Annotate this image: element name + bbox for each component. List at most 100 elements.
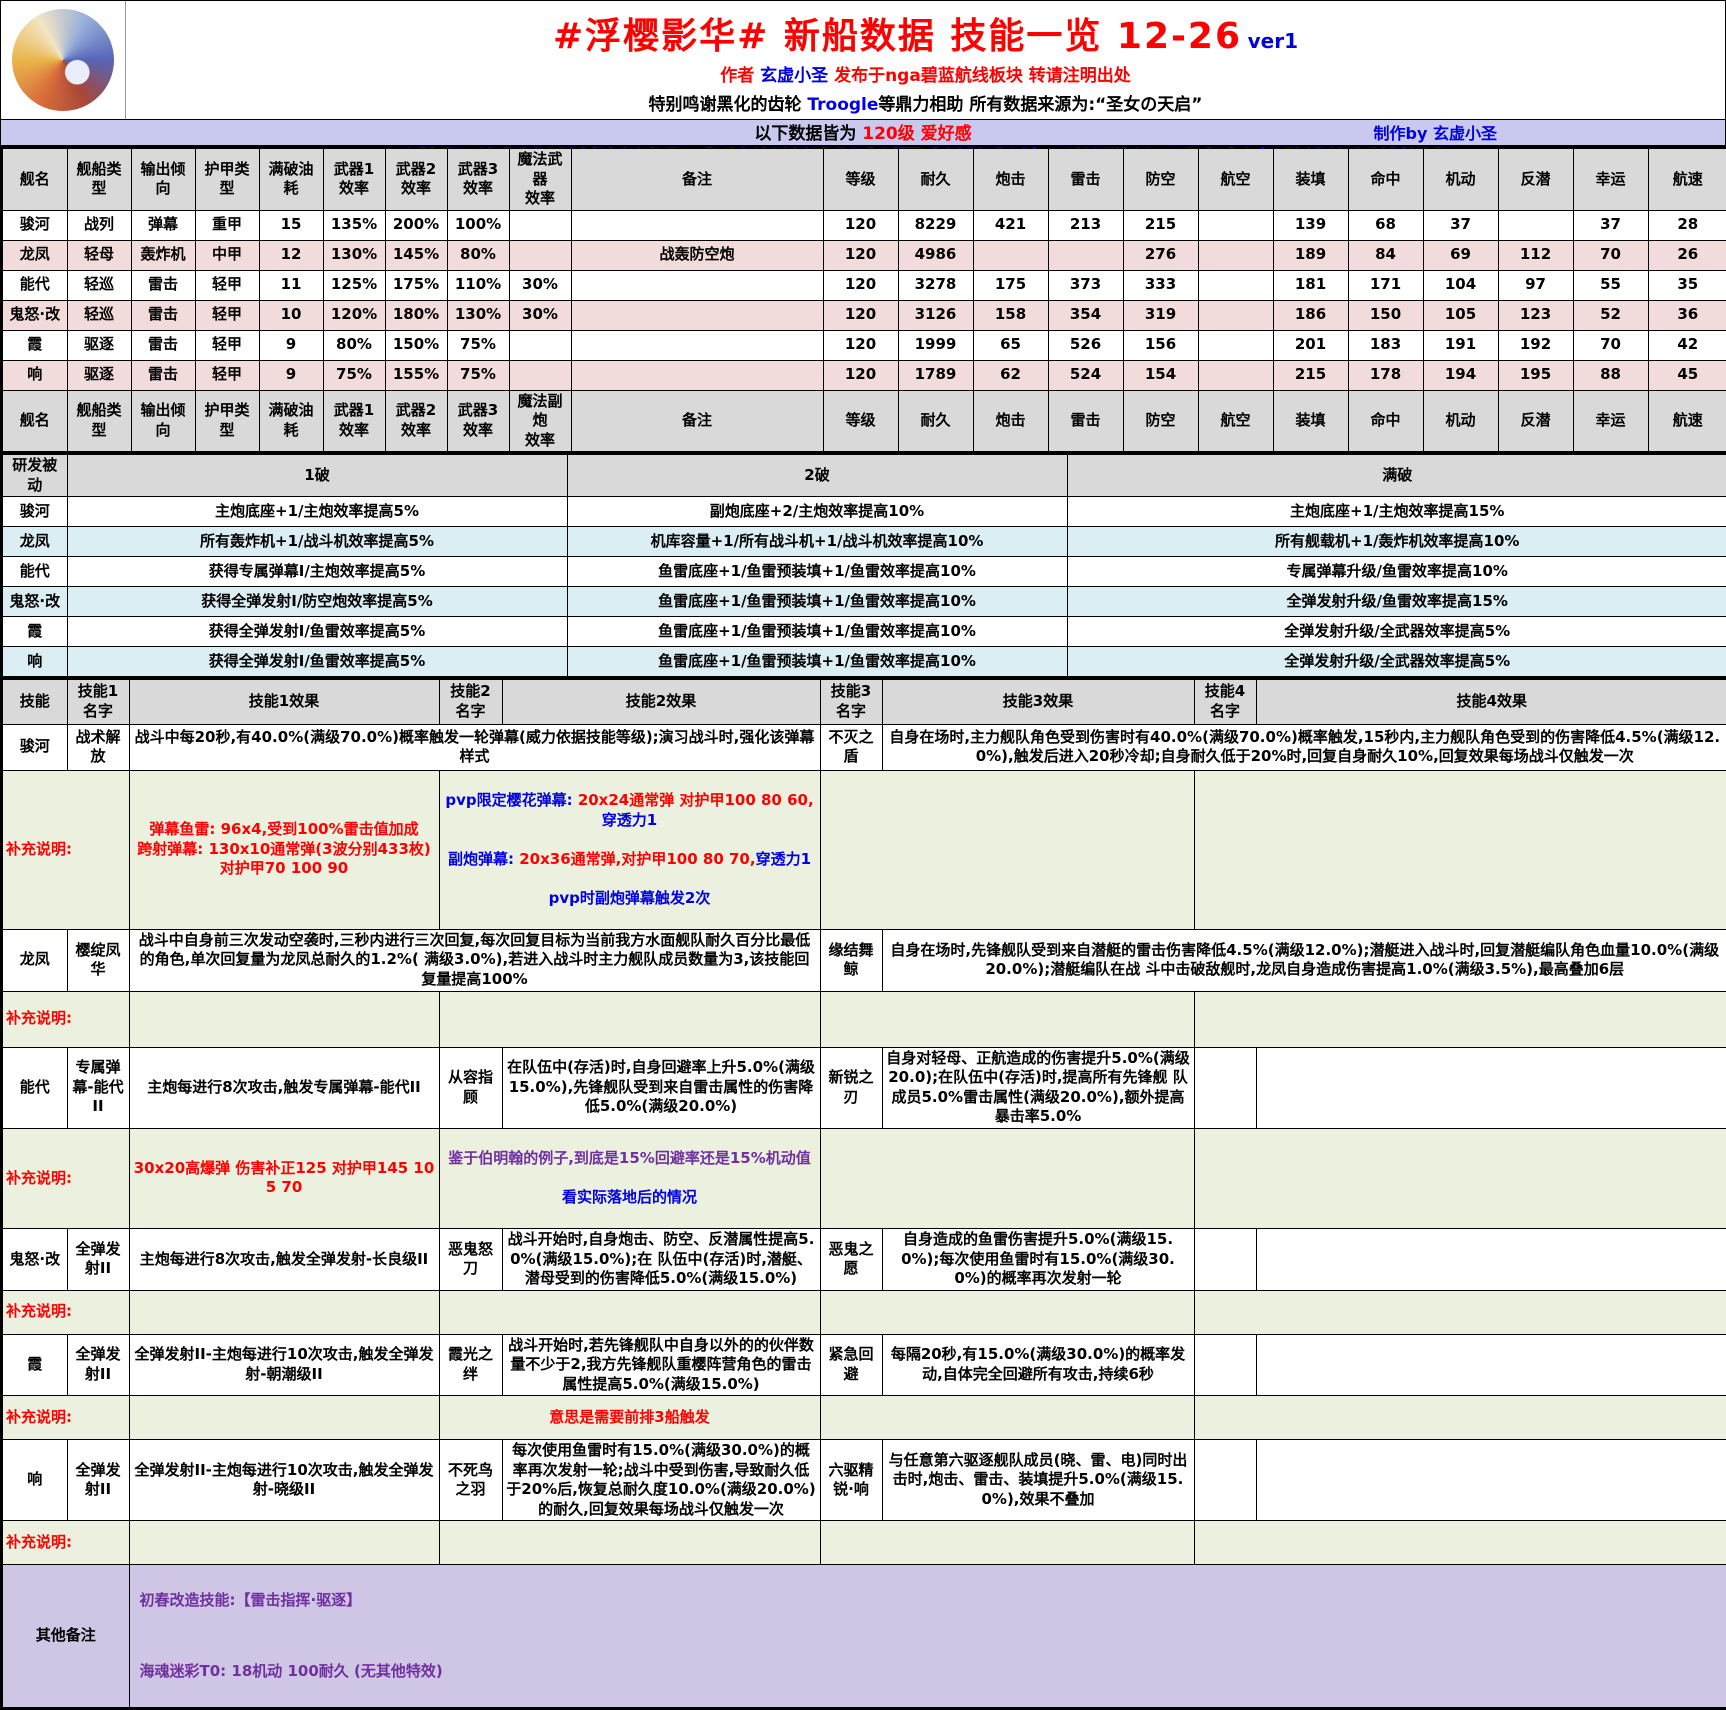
note-line: pvp时副炮弹幕触发2次 [443, 889, 817, 909]
ship-name-cell: 能代 [2, 1047, 67, 1128]
stat-cell: 88 [1573, 360, 1648, 390]
stat-cell: 123 [1498, 300, 1573, 330]
research-col-header: 2破 [567, 454, 1067, 497]
stats-col-header: 幸运 [1573, 390, 1648, 452]
stat-cell: 11 [259, 270, 323, 300]
research-break3-cell: 全弹发射升级/鱼雷效率提高15% [1067, 587, 1726, 617]
stat-cell: 3126 [898, 300, 973, 330]
note-empty-cell [439, 991, 820, 1047]
stats-col-header: 舰名 [2, 390, 67, 452]
stat-cell [509, 240, 571, 270]
stats-col-header: 魔法武器 效率 [509, 148, 571, 210]
research-break1-cell: 获得全弹发射I/鱼雷效率提高5% [67, 647, 567, 677]
stat-cell: 轻甲 [195, 300, 259, 330]
stat-cell: 200% [385, 210, 447, 240]
skill-name-cell: 六驱精锐·响 [820, 1440, 882, 1521]
stat-cell: 1999 [898, 330, 973, 360]
stat-cell: 4986 [898, 240, 973, 270]
stat-cell [1198, 210, 1273, 240]
skill-effect-cell: 每隔20秒,有15.0%(满级30.0%)的概率发动,自体完全回避所有攻击,持续… [882, 1334, 1194, 1396]
note-label: 补充说明: [2, 991, 129, 1047]
skill-effect-cell: 自身在场时,主力舰队角色受到伤害时有40.0%(满级70.0%)概率触发,15秒… [882, 724, 1726, 770]
note-row-longfeng: 补充说明: [2, 991, 1726, 1047]
stats-col-header: 反潜 [1498, 148, 1573, 210]
text-segment: pvp限定樱花弹幕: [445, 791, 577, 809]
stat-cell: 180% [385, 300, 447, 330]
stats-col-header: 炮击 [973, 390, 1048, 452]
stat-cell: 69 [1423, 240, 1498, 270]
note-empty-cell [439, 1290, 820, 1334]
remark-cell [571, 330, 823, 360]
note-label: 补充说明: [2, 1128, 129, 1229]
skills-col-header: 技能1效果 [129, 679, 439, 725]
ship-name-cell: 骏河 [2, 210, 67, 240]
logo-image [12, 9, 114, 111]
ship-stats-row: 骏河 战列 弹幕 重甲 15 135% 200% 100% 120 8229 4… [2, 210, 1726, 240]
note-line: 鉴于伯明翰的例子,到底是15%回避率还是15%机动值 [443, 1149, 817, 1169]
skill-name-cell: 缘结舞鲸 [820, 929, 882, 991]
research-break2-cell: 副炮底座+2/主炮效率提高10% [567, 497, 1067, 527]
research-row: 骏河 主炮底座+1/主炮效率提高5% 副炮底座+2/主炮效率提高10% 主炮底座… [2, 497, 1726, 527]
research-break1-cell: 主炮底座+1/主炮效率提高5% [67, 497, 567, 527]
text-segment: 玄虚小圣 [760, 66, 828, 86]
stat-cell: 84 [1348, 240, 1423, 270]
text-segment: 等鼎力相助 所有数据来源为:“圣女の天启” [878, 95, 1202, 115]
research-break3-cell: 主炮底座+1/主炮效率提高15% [1067, 497, 1726, 527]
stats-col-header: 耐久 [898, 148, 973, 210]
stats-col-header: 航空 [1198, 390, 1273, 452]
other-note-line: 海魂迷彩T0: 18机动 100耐久 (无其他特效) [140, 1662, 1718, 1682]
note-row-suruga: 补充说明: 弹幕鱼雷: 96x4,受到100%雷击值加成 跨射弹幕: 130x1… [2, 770, 1726, 929]
research-col-header: 1破 [67, 454, 567, 497]
note-empty-cell [1194, 1290, 1726, 1334]
stat-cell [1198, 330, 1273, 360]
skill-name-cell: 不死鸟之羽 [439, 1440, 502, 1521]
stat-cell: 75% [447, 360, 509, 390]
stat-cell: 雷击 [131, 330, 195, 360]
research-break1-cell: 获得全弹发射I/防空炮效率提高5% [67, 587, 567, 617]
stat-cell: 3278 [898, 270, 973, 300]
skill-name-empty-cell [1194, 1440, 1256, 1521]
stat-cell [509, 210, 571, 240]
thanks-line: 特别鸣谢黑化的齿轮 Troogle等鼎力相助 所有数据来源为:“圣女の天启” [126, 90, 1725, 115]
skills-col-header: 技能2效果 [502, 679, 820, 725]
stat-cell [1048, 240, 1123, 270]
text-segment: 作者 [720, 66, 760, 86]
stat-cell: 120 [823, 210, 898, 240]
note-empty-cell [129, 1290, 439, 1334]
stat-cell: 130% [323, 240, 385, 270]
skill-name-empty-cell [1194, 1229, 1256, 1291]
stat-cell: 战列 [67, 210, 131, 240]
stat-cell: 52 [1573, 300, 1648, 330]
skills-col-header: 技能4效果 [1256, 679, 1726, 725]
remark-cell: 战轰防空炮 [571, 240, 823, 270]
research-row: 能代 获得专属弹幕I/主炮效率提高5% 鱼雷底座+1/鱼雷预装填+1/鱼雷效率提… [2, 557, 1726, 587]
version-label: ver1 [1248, 29, 1298, 53]
note-cell: 鉴于伯明翰的例子,到底是15%回避率还是15%机动值 看实际落地后的情况 [439, 1128, 820, 1229]
research-col-header: 满破 [1067, 454, 1726, 497]
research-row: 龙凤 所有轰炸机+1/战斗机效率提高5% 机库容量+1/所有战斗机+1/战斗机效… [2, 527, 1726, 557]
note-cell: 意思是需要前排3船触发 [439, 1396, 820, 1440]
research-row: 鬼怒·改 获得全弹发射I/防空炮效率提高5% 鱼雷底座+1/鱼雷预装填+1/鱼雷… [2, 587, 1726, 617]
note-line: pvp限定樱花弹幕: 20x24通常弹 对护甲100 80 60,穿透力1 [443, 791, 817, 830]
stats-col-header: 武器3 效率 [447, 390, 509, 452]
research-break2-cell: 鱼雷底座+1/鱼雷预装填+1/鱼雷效率提高10% [567, 587, 1067, 617]
ship-stats-row: 龙凤 轻母 轰炸机 中甲 12 130% 145% 80% 战轰防空炮 120 … [2, 240, 1726, 270]
research-break2-cell: 鱼雷底座+1/鱼雷预装填+1/鱼雷效率提高10% [567, 617, 1067, 647]
stat-cell: 178 [1348, 360, 1423, 390]
spreadsheet-page: #浮樱影华# 新船数据 技能一览 12-26 ver1 作者 玄虚小圣 发布于n… [0, 0, 1726, 1710]
stat-cell: 10 [259, 300, 323, 330]
stats-col-header: 装填 [1273, 148, 1348, 210]
text-segment: 120级 爱好感 [862, 124, 971, 144]
skill-effect-empty-cell [1256, 1047, 1726, 1128]
stats-col-header: 武器1 效率 [323, 148, 385, 210]
stat-cell: 120 [823, 300, 898, 330]
stat-cell: 驱逐 [67, 360, 131, 390]
skill-name-cell: 战术解放 [67, 724, 129, 770]
stats-col-header: 雷击 [1048, 148, 1123, 210]
note-empty-cell [129, 1521, 439, 1565]
note-cell: 弹幕鱼雷: 96x4,受到100%雷击值加成 跨射弹幕: 130x10通常弹(3… [129, 770, 439, 929]
stat-cell: 125% [323, 270, 385, 300]
title-area: #浮樱影华# 新船数据 技能一览 12-26 ver1 作者 玄虚小圣 发布于n… [1, 1, 1725, 119]
ship-name-cell: 能代 [2, 270, 67, 300]
skill-row-xia: 霞 全弹发射II 全弹发射II-主炮每进行10次攻击,触发全弹发射-朝潮级II … [2, 1334, 1726, 1396]
